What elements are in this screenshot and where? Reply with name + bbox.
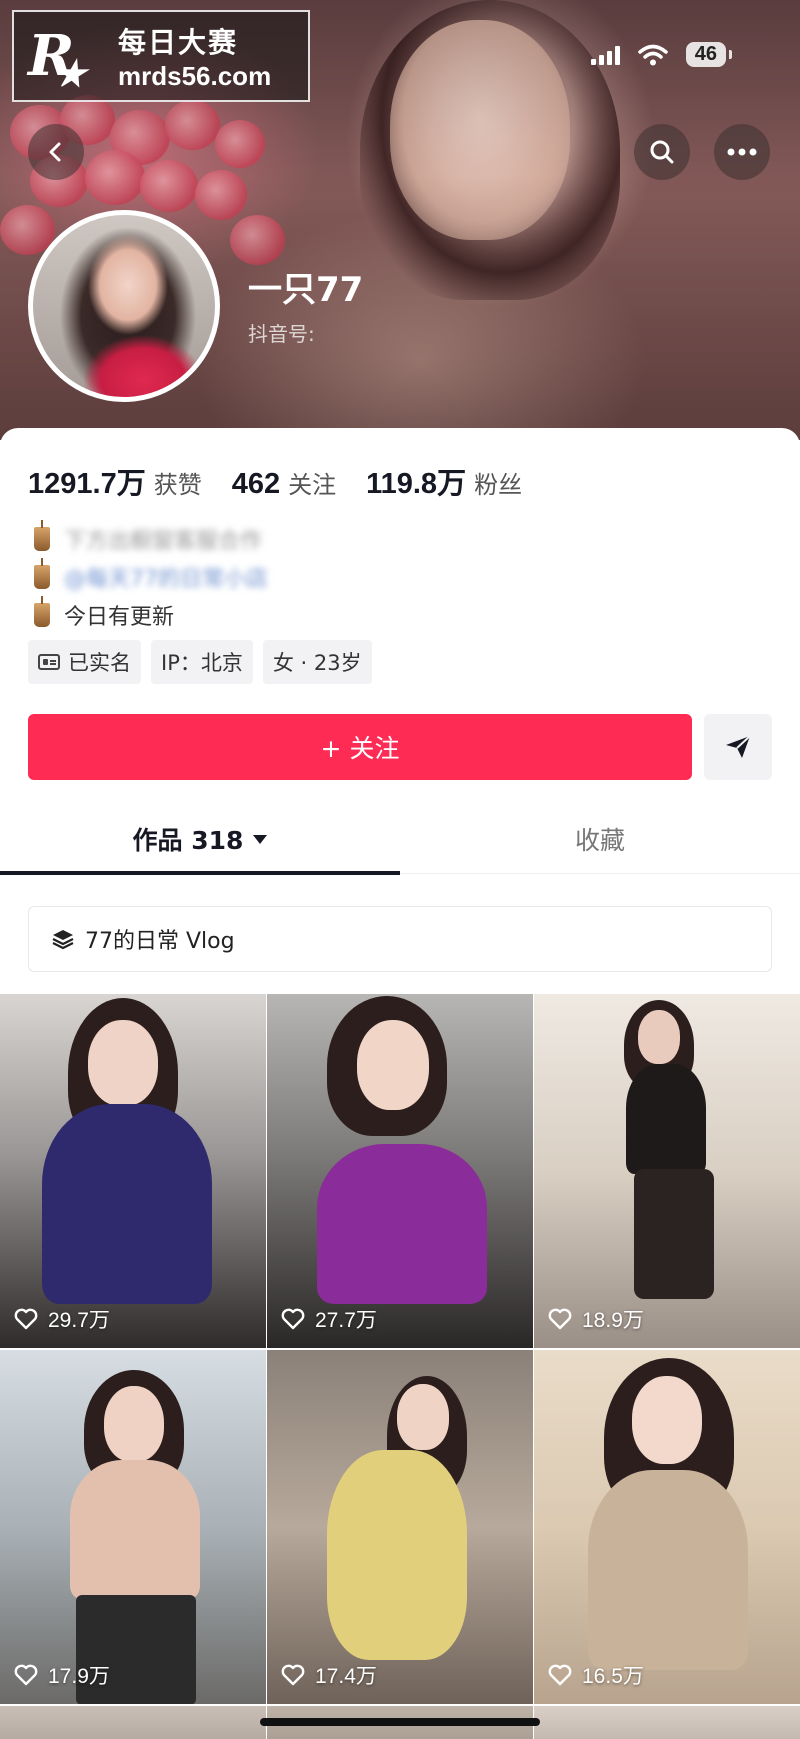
video-tile[interactable]: 18.9万 [534, 994, 800, 1348]
site-watermark: R ★ 每日大赛 mrds56.com [12, 10, 310, 102]
tab-favorites[interactable]: 收藏 [400, 804, 800, 874]
heart-icon [14, 1308, 38, 1330]
like-count: 17.9万 [14, 1660, 110, 1690]
send-icon [726, 735, 751, 758]
signal-icon [590, 45, 620, 65]
like-count: 27.7万 [281, 1304, 377, 1334]
battery-indicator: 46 [685, 42, 733, 67]
watermark-logo: R ★ [28, 23, 87, 95]
video-tile[interactable]: 27.7万 [267, 994, 533, 1348]
stat-likes[interactable]: 1291.7万 获赞 [28, 460, 202, 502]
like-count: 17.4万 [281, 1660, 377, 1690]
heart-icon [548, 1664, 572, 1686]
video-tile[interactable]: 29.7万 [0, 994, 266, 1348]
search-icon [650, 140, 674, 164]
douyin-id: 抖音号: [248, 322, 315, 346]
stat-followers[interactable]: 119.8万 粉丝 [366, 460, 522, 502]
layers-icon [52, 930, 74, 950]
avatar[interactable] [28, 210, 220, 402]
like-count: 18.9万 [548, 1304, 644, 1334]
search-button[interactable] [634, 124, 690, 180]
video-grid: 29.7万 27.7万 18.9万 17.9万 17.4万 16.5万 [0, 994, 800, 1739]
more-button[interactable] [714, 124, 770, 180]
chevron-left-icon [49, 142, 61, 162]
ip-location-tag: IP：北京 [151, 640, 253, 684]
caret-down-icon [253, 834, 268, 844]
gender-age-tag: 女 · 23岁 [262, 640, 372, 684]
heart-icon [548, 1308, 572, 1330]
video-tile[interactable]: 16.5万 [534, 1350, 800, 1704]
status-bar: 46 [590, 42, 733, 67]
bio: 下方出橱窗客服合作 @每天77的日常小店 今日有更新 [34, 520, 268, 634]
more-dots-icon [727, 148, 757, 156]
video-tile[interactable]: 17.4万 [267, 1350, 533, 1704]
wifi-icon [638, 44, 668, 65]
watermark-title: 每日大赛 [118, 25, 239, 59]
nickname: 一只77 [248, 270, 364, 310]
profile-card: 1291.7万 获赞 462 关注 119.8万 粉丝 下方出橱窗客服合作 @每天77… [0, 428, 800, 1739]
home-indicator [260, 1718, 540, 1726]
like-count: 29.7万 [14, 1304, 110, 1334]
stat-following[interactable]: 462 关注 [232, 465, 336, 501]
content-tabs: 作品 318 收藏 [0, 804, 800, 875]
bubble-tea-icon [34, 520, 50, 551]
bubble-tea-icon [34, 596, 50, 627]
tab-works[interactable]: 作品 318 [0, 804, 400, 874]
watermark-url: mrds56.com [118, 60, 272, 91]
heart-icon [14, 1664, 38, 1686]
video-tile[interactable] [0, 1706, 266, 1739]
active-tab-indicator [0, 871, 400, 875]
bio-line: @每天77的日常小店 [34, 558, 268, 596]
heart-icon [281, 1664, 305, 1686]
profile-stats: 1291.7万 获赞 462 关注 119.8万 粉丝 [28, 460, 522, 502]
profile-tags: 已实名 IP：北京 女 · 23岁 [28, 640, 372, 684]
heart-icon [281, 1308, 305, 1330]
bio-line: 今日有更新 [34, 596, 268, 634]
collection-entry[interactable]: 77的日常 Vlog [28, 906, 772, 972]
bubble-tea-icon [34, 558, 50, 589]
back-button[interactable] [28, 124, 84, 180]
verified-tag: 已实名 [28, 640, 141, 684]
id-card-icon [38, 654, 60, 670]
bio-line: 下方出橱窗客服合作 [34, 520, 268, 558]
video-tile[interactable]: 17.9万 [0, 1350, 266, 1704]
like-count: 16.5万 [548, 1660, 644, 1690]
video-tile[interactable] [534, 1706, 800, 1739]
share-button[interactable] [704, 714, 772, 780]
follow-button[interactable]: + 关注 [28, 714, 692, 780]
